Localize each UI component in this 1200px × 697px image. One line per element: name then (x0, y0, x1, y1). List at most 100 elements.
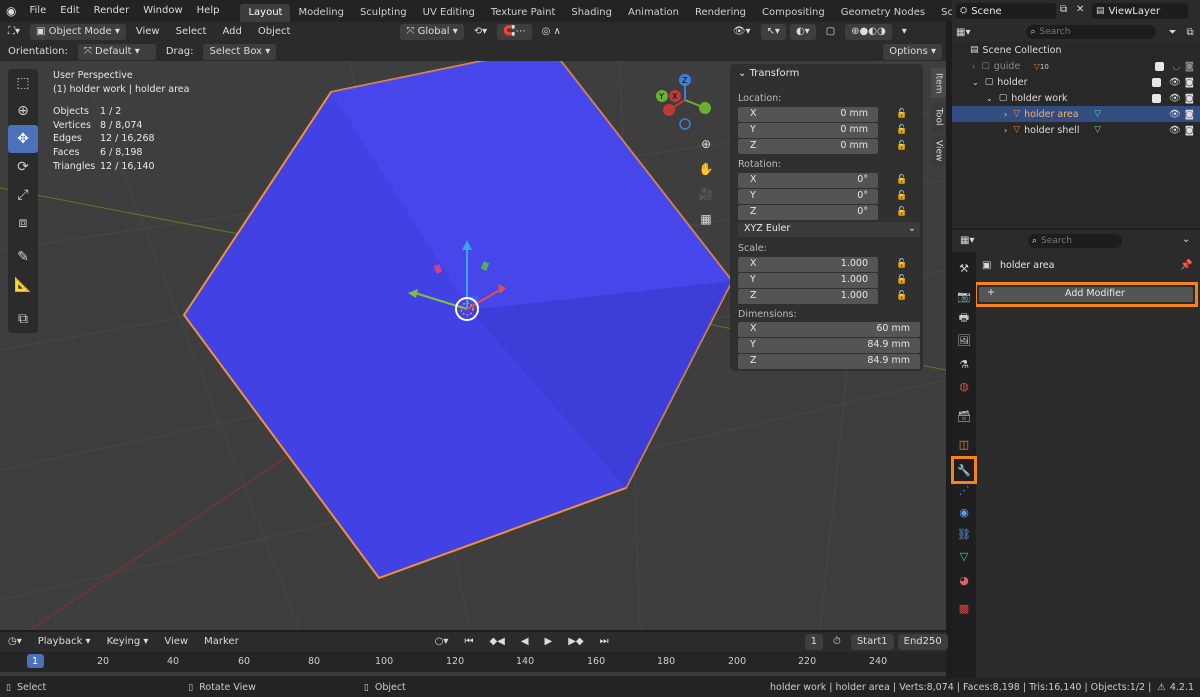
tab-modeling[interactable]: Modeling (290, 4, 352, 22)
keying-menu[interactable]: Keying ▾ (101, 634, 155, 650)
play-reverse-icon[interactable]: ◀ (515, 634, 535, 650)
exclude-checkbox[interactable] (1151, 93, 1161, 103)
menu-edit[interactable]: Edit (53, 0, 86, 22)
tab-tool[interactable]: Tool (931, 102, 946, 132)
transform-panel-title[interactable]: ⌄ Transform (738, 68, 799, 79)
mode-dropdown[interactable]: ▣ Object Mode ▾ (30, 24, 126, 40)
location-z-field[interactable]: Z0 mm (738, 139, 878, 154)
menu-object[interactable]: Object (252, 24, 297, 40)
cursor-tool-icon[interactable]: ⊕ (8, 97, 38, 125)
tool-tab-icon[interactable]: ⚒ (954, 258, 974, 278)
lock-icon[interactable]: 🔓 (896, 141, 907, 151)
overlay-toggle-icon[interactable]: ◐▾ (789, 24, 816, 40)
outliner-row-holder-shell[interactable]: › ▽ holder shell ▽ 👁 ◙ (952, 122, 1200, 138)
camera-icon[interactable]: ◙ (1185, 93, 1194, 104)
material-tab-icon[interactable]: ◕ (954, 570, 974, 590)
orientation-dropdown[interactable]: ⤧ Default ▾ (77, 43, 156, 60)
proportional-edit-icon[interactable]: ◎ ∧ (536, 24, 567, 40)
properties-search-input[interactable]: ⌕ Search (1028, 234, 1122, 248)
rotate-tool-icon[interactable]: ⟳ (8, 153, 38, 181)
filter-icon[interactable]: ⏷ (1168, 27, 1176, 38)
stopwatch-icon[interactable]: ⏱ (827, 634, 847, 650)
drag-dropdown[interactable]: Select Box ▾ (203, 43, 277, 60)
transform-orientation-dropdown[interactable]: ⤧ Global ▾ (400, 24, 464, 40)
dimensions-z-field[interactable]: Z 84.9 mm (738, 354, 920, 369)
dimensions-x-field[interactable]: X 60 mm (738, 322, 920, 337)
lock-icon[interactable]: 🔓 (896, 207, 907, 217)
new-scene-icon[interactable]: ⧉ (1060, 4, 1067, 15)
eye-icon[interactable]: 👁 (1169, 93, 1181, 104)
timeline-view-menu[interactable]: View (158, 634, 194, 650)
marker-menu[interactable]: Marker (198, 634, 245, 650)
tab-item[interactable]: Item (931, 68, 946, 98)
tab-sculpting[interactable]: Sculpting (352, 4, 415, 22)
eye-icon[interactable]: 👁 (1169, 77, 1181, 88)
shading-modes-icon[interactable]: ⊕●◐◑ (845, 24, 892, 40)
timeline-editor-icon[interactable]: ◷▾ (2, 634, 28, 650)
outliner-row-holder-work[interactable]: ⌄ ▢ holder work 👁 ◙ (952, 90, 1200, 106)
world-tab-icon[interactable]: ◍ (954, 376, 974, 396)
ortho-grid-icon[interactable]: ▦ (695, 208, 717, 230)
scene-tab-icon[interactable]: ⚗ (954, 354, 974, 374)
xray-toggle-icon[interactable]: ▢ (820, 24, 841, 40)
snap-icon[interactable]: 🧲⋯ (497, 24, 532, 40)
menu-file[interactable]: File (22, 0, 53, 22)
lock-icon[interactable]: 🔓 (896, 259, 907, 269)
location-x-field[interactable]: X0 mm (738, 107, 878, 122)
camera-icon[interactable]: ◙ (1185, 77, 1194, 88)
new-collection-icon[interactable]: ⧉ (1186, 27, 1193, 38)
select-box-tool-icon[interactable]: ⬚ (8, 69, 38, 97)
tab-geometry-nodes[interactable]: Geometry Nodes (833, 4, 933, 22)
measure-tool-icon[interactable]: 📐 (8, 271, 38, 299)
collection-tab-icon[interactable]: 🗃 (954, 406, 974, 426)
tab-rendering[interactable]: Rendering (687, 4, 754, 22)
move-tool-icon[interactable]: ✥ (8, 125, 38, 153)
camera-icon[interactable]: ◙ (1185, 109, 1194, 120)
location-y-field[interactable]: Y0 mm (738, 123, 878, 138)
data-tab-icon[interactable]: ▽ (954, 546, 974, 566)
next-keyframe-icon[interactable]: ▶◆ (562, 634, 589, 650)
tab-compositing[interactable]: Compositing (754, 4, 833, 22)
annotate-tool-icon[interactable]: ✎ (8, 243, 38, 271)
current-frame-field[interactable]: 1 (804, 634, 823, 650)
display-mode-icon[interactable]: ▦▾ (956, 27, 970, 38)
scale-y-field[interactable]: Y 1.000 (738, 273, 878, 288)
timeline-scrollbar[interactable] (0, 672, 946, 676)
menu-select[interactable]: Select (170, 24, 213, 40)
pin-icon[interactable]: 📌 (1180, 260, 1192, 271)
lock-icon[interactable]: 🔓 (896, 275, 907, 285)
rotation-y-field[interactable]: Y 0° (738, 189, 878, 204)
render-tab-icon[interactable]: 📷 (954, 286, 974, 306)
end-frame-field[interactable]: End 250 (897, 634, 948, 650)
camera-view-icon[interactable]: 🎥 (695, 183, 717, 205)
scale-z-field[interactable]: Z 1.000 (738, 289, 878, 304)
record-icon[interactable]: ○▾ (429, 634, 455, 650)
lock-icon[interactable]: 🔓 (896, 125, 907, 135)
menu-view[interactable]: View (130, 24, 166, 40)
eye-icon[interactable]: 👁 (1169, 125, 1181, 136)
lock-icon[interactable]: 🔓 (896, 109, 907, 119)
editor-type-icon[interactable]: ▦▾ (960, 235, 974, 246)
rotation-mode-dropdown[interactable]: XYZ Euler ⌄ (738, 222, 920, 237)
outliner-row-holder-area[interactable]: › ▽ holder area ▽ 👁 ◙ (952, 106, 1200, 122)
exclude-checkbox[interactable] (1155, 61, 1165, 71)
camera-icon[interactable]: ◙ (1185, 125, 1194, 136)
options-icon[interactable]: ⌄ (1182, 234, 1190, 245)
view-layer-tab-icon[interactable]: 🖼 (954, 330, 974, 350)
timeline-area[interactable]: 1 20 40 60 80 100 120 140 160 180 200 22… (0, 652, 946, 678)
shading-options-icon[interactable]: ▾ (896, 24, 913, 40)
lock-icon[interactable]: 🔓 (896, 291, 907, 301)
menu-add[interactable]: Add (216, 24, 247, 40)
visibility-icon[interactable]: 👁▾ (727, 24, 757, 40)
play-icon[interactable]: ▶ (539, 634, 559, 650)
pivot-point-icon[interactable]: ⟲▾ (468, 24, 493, 40)
view-layer-selector[interactable]: ▤ ViewLayer (1092, 3, 1188, 19)
playback-menu[interactable]: Playback ▾ (32, 634, 97, 650)
eye-closed-icon[interactable]: ◡ (1172, 61, 1180, 72)
particles-tab-icon[interactable]: ⋰ (954, 480, 974, 500)
tab-view[interactable]: View (931, 136, 946, 166)
delete-scene-icon[interactable]: ✕ (1076, 4, 1084, 15)
dimensions-y-field[interactable]: Y 84.9 mm (738, 338, 920, 353)
tab-animation[interactable]: Animation (620, 4, 687, 22)
camera-icon[interactable]: ◙ (1185, 61, 1194, 72)
